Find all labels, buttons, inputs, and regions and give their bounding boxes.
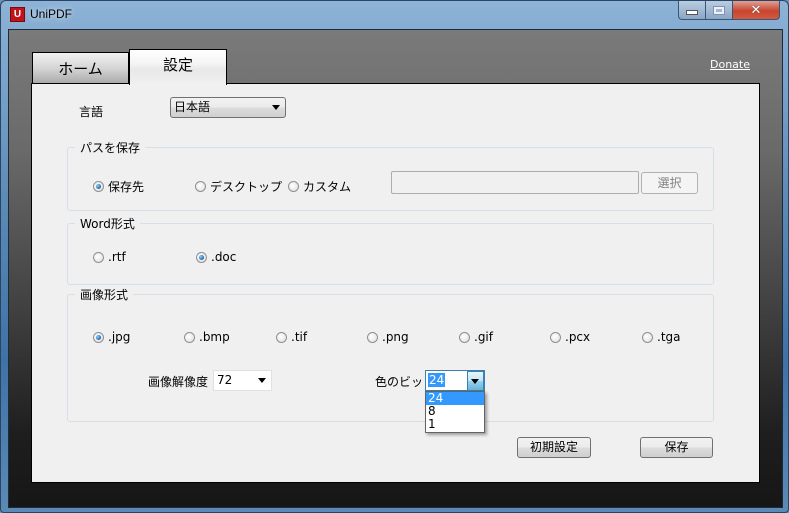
radio-label: 保存先 [108,180,145,194]
radio-rtf[interactable]: .rtf [93,250,126,264]
resolution-value: 72 [217,373,233,387]
radio-bmp[interactable]: .bmp [184,330,230,344]
radio-gif[interactable]: .gif [459,330,493,344]
window-controls: ✕ [678,1,780,20]
radio-unchecked-icon [288,181,299,192]
resolution-select[interactable]: 72 [213,370,272,391]
save-button[interactable]: 保存 [640,437,713,458]
custom-path-input[interactable] [391,171,639,194]
close-icon: ✕ [750,2,762,18]
radio-unchecked-icon [276,331,287,343]
minimize-button[interactable] [678,1,706,20]
radio-doc[interactable]: .doc [196,250,236,264]
radio-label: デスクトップ [210,180,283,194]
radio-checked-icon [196,251,207,263]
tab-settings[interactable]: 設定 [129,49,227,85]
radio-label: .doc [211,250,237,264]
app-window: U UniPDF ✕ ホーム 設定 Donate 言語 日本語 パスを保存 保存… [0,0,789,513]
radio-pcx[interactable]: .pcx [550,330,590,344]
reset-defaults-button[interactable]: 初期設定 [517,437,591,458]
radio-desktop[interactable]: デスクトップ [195,178,282,195]
dropdown-option-1[interactable]: 1 [426,418,484,431]
radio-unchecked-icon [367,331,378,343]
radio-unchecked-icon [184,331,195,343]
save-path-group: パスを保存 保存先 デスクトップ カスタム 選択 [67,139,714,211]
radio-unchecked-icon [195,181,206,192]
radio-label: .tga [657,330,681,344]
client-area: ホーム 設定 Donate 言語 日本語 パスを保存 保存先 デスクトップ カス… [8,29,783,508]
title-bar[interactable]: U UniPDF ✕ [1,1,788,29]
radio-tif[interactable]: .tif [276,330,307,344]
image-format-title: 画像形式 [75,286,134,303]
word-format-group: Word形式 .rtf .doc [67,215,714,285]
radio-label: .jpg [108,330,131,344]
radio-label: .tif [291,330,308,344]
maximize-button[interactable] [706,1,733,20]
radio-unchecked-icon [642,331,653,343]
radio-custom[interactable]: カスタム [288,178,351,195]
select-path-button[interactable]: 選択 [641,172,698,194]
radio-label: .bmp [199,330,230,344]
app-logo-icon[interactable]: U [10,7,25,22]
language-value: 日本語 [174,100,211,114]
radio-save-location[interactable]: 保存先 [93,178,144,195]
radio-label: カスタム [303,180,352,194]
color-bits-select[interactable]: 24 [425,370,485,391]
radio-checked-icon [93,181,104,192]
radio-checked-icon [93,331,104,343]
close-button[interactable]: ✕ [733,1,780,20]
radio-label: .gif [474,330,493,344]
language-select[interactable]: 日本語 [170,97,286,118]
chevron-down-icon [258,378,266,383]
settings-panel: 言語 日本語 パスを保存 保存先 デスクトップ カスタム 選択 Word形式 .… [31,83,760,483]
radio-unchecked-icon [550,331,561,343]
window-title: UniPDF [30,7,73,21]
maximize-icon [713,5,725,15]
word-format-title: Word形式 [75,215,140,232]
dropdown-button[interactable] [467,371,484,391]
tab-home[interactable]: ホーム [32,52,129,84]
radio-label: .png [382,330,409,344]
color-bits-dropdown: 24 8 1 [425,391,485,433]
radio-jpg[interactable]: .jpg [93,330,130,344]
radio-png[interactable]: .png [367,330,409,344]
radio-unchecked-icon [459,331,470,343]
radio-unchecked-icon [93,251,104,263]
donate-link[interactable]: Donate [710,58,750,71]
resolution-label: 画像解像度 [148,375,209,389]
radio-label: .pcx [565,330,591,344]
radio-label: .rtf [108,250,126,264]
language-label: 言語 [79,105,104,119]
chevron-down-icon [471,379,479,384]
minimize-icon [686,10,698,15]
save-path-title: パスを保存 [75,139,146,156]
color-bits-value: 24 [428,373,446,387]
radio-tga[interactable]: .tga [642,330,681,344]
image-format-group: 画像形式 .jpg .bmp .tif .png .gif .pcx .tga … [67,286,714,433]
chevron-down-icon [272,105,280,110]
